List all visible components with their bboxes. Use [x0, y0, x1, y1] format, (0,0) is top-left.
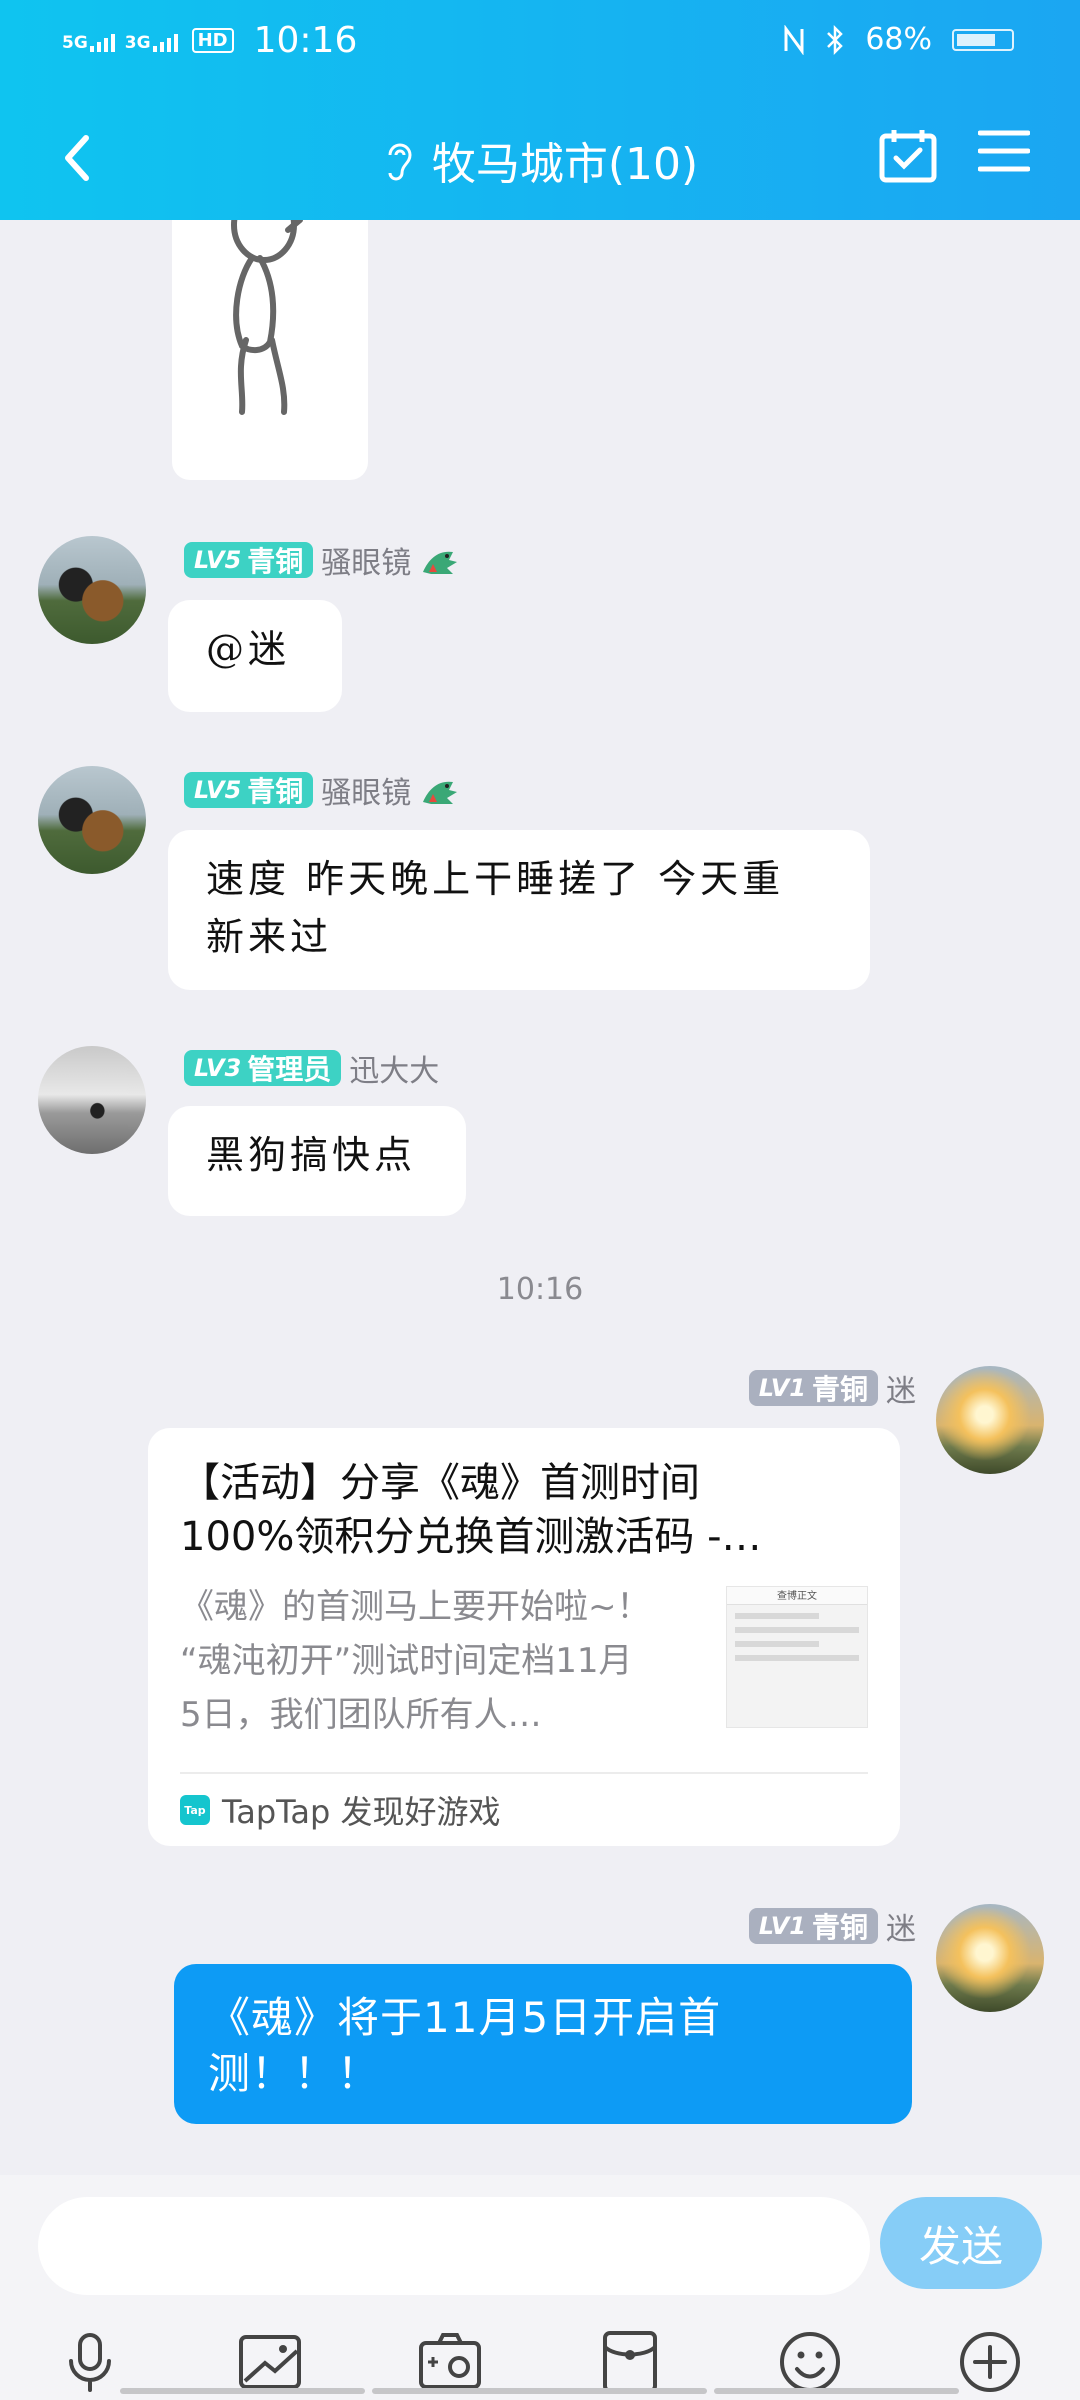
status-left: 5G 3G HD 10:16: [62, 20, 357, 61]
image-icon[interactable]: [235, 2327, 305, 2397]
gesture-bar: [372, 2388, 707, 2394]
status-time: 10:16: [253, 20, 358, 61]
camera-icon[interactable]: [415, 2327, 485, 2397]
battery-icon: [952, 28, 1014, 51]
message-text: @迷: [206, 627, 291, 671]
avatar[interactable]: [38, 536, 146, 644]
card-desc-line: 5日，我们团队所有人…: [180, 1695, 542, 1735]
sender-meta: LV5 青铜 骚眼镜: [184, 768, 459, 812]
card-title: 【活动】分享《魂》首测时间 100%领积分兑换首测激活码 -…: [180, 1456, 868, 1564]
nfc-icon: [784, 24, 804, 55]
message-input[interactable]: [38, 2197, 870, 2295]
message-text-line: 速度 昨天晚上干睡搓了 今天重: [206, 857, 785, 901]
signal-bars-icon: [152, 30, 178, 52]
card-title-line: 100%领积分兑换首测激活码 -…: [180, 1514, 762, 1560]
level-badge: LV5 青铜: [184, 772, 314, 808]
avatar[interactable]: [936, 1904, 1044, 2012]
message-text-line: 测！！！: [208, 2049, 381, 2098]
message-text-line: 新来过: [206, 915, 333, 959]
calendar-check-icon[interactable]: [878, 126, 938, 184]
battery-percent: 68%: [865, 22, 932, 57]
card-source-label: TapTap 发现好游戏: [222, 1793, 501, 1831]
sender-meta: LV1 青铜 迷: [748, 1904, 916, 1948]
message-bubble[interactable]: @迷: [168, 600, 342, 712]
thumbnail-header: 查博正文: [727, 1587, 867, 1605]
signal-bars-icon: [89, 30, 115, 52]
level-badge: LV1 青铜: [748, 1370, 878, 1406]
status-bar: 5G 3G HD 10:16 68%: [0, 0, 1080, 84]
hd-badge: HD: [191, 28, 234, 53]
message-text-line: 《魂》将于11月5日开启首: [208, 1993, 722, 2042]
sticker-image[interactable]: [172, 220, 368, 480]
emoji-icon[interactable]: [775, 2327, 845, 2397]
avatar[interactable]: [38, 766, 146, 874]
sender-name[interactable]: 骚眼镜: [321, 768, 411, 812]
sender-name[interactable]: 骚眼镜: [321, 538, 411, 582]
message-bubble[interactable]: 黑狗搞快点: [168, 1106, 466, 1216]
level-badge: LV5 青铜: [184, 542, 314, 578]
timestamp: 10:16: [496, 1272, 584, 1307]
red-packet-icon[interactable]: [595, 2327, 665, 2397]
sender-name[interactable]: 迅大大: [349, 1046, 439, 1090]
signal-3g: 3G: [125, 30, 178, 52]
level-badge: LV3 管理员: [184, 1050, 342, 1086]
taptap-icon: Tap: [180, 1795, 210, 1825]
signal-5g: 5G: [62, 30, 115, 52]
dragon-icon: [423, 551, 458, 574]
status-right: 68%: [783, 22, 1014, 57]
message-bubble[interactable]: 速度 昨天晚上干睡搓了 今天重 新来过: [168, 830, 870, 990]
sender-meta: LV1 青铜 迷: [748, 1366, 916, 1410]
message-bubble-self[interactable]: 《魂》将于11月5日开启首 测！！！: [174, 1964, 912, 2124]
header: 5G 3G HD 10:16 68% 牧马城市(10): [0, 0, 1080, 220]
card-desc-line: “魂沌初开”测试时间定档11月: [180, 1641, 633, 1681]
card-description: 《魂》的首测马上要开始啦~！ “魂沌初开”测试时间定档11月 5日，我们团队所有…: [180, 1580, 710, 1742]
network-type-2: 3G: [124, 32, 151, 53]
nav-bar: 牧马城市(10): [0, 110, 1080, 210]
avatar[interactable]: [38, 1046, 146, 1154]
sender-name[interactable]: 迷: [886, 1366, 916, 1410]
card-thumbnail: 查博正文: [726, 1586, 868, 1728]
bluetooth-icon: [827, 24, 844, 55]
chat-area[interactable]: LV5 青铜 骚眼镜 @迷 LV5 青铜 骚眼镜 速度 昨天晚上干睡搓了 今天重 新…: [0, 220, 1080, 2175]
level-badge: LV1 青铜: [748, 1908, 878, 1944]
input-area: 发送: [0, 2175, 1080, 2400]
avatar[interactable]: [936, 1366, 1044, 1474]
gesture-bar: [120, 2388, 365, 2394]
plus-icon[interactable]: [955, 2327, 1025, 2397]
microphone-icon[interactable]: [55, 2327, 125, 2397]
card-title-line: 【活动】分享《魂》首测时间: [180, 1460, 700, 1506]
share-card[interactable]: 【活动】分享《魂》首测时间 100%领积分兑换首测激活码 -… 《魂》的首测马上…: [148, 1428, 900, 1846]
message-text: 黑狗搞快点: [206, 1133, 417, 1177]
sender-meta: LV5 青铜 骚眼镜: [184, 538, 459, 582]
card-source: Tap TapTap 发现好游戏: [180, 1772, 868, 1846]
sender-name[interactable]: 迷: [886, 1904, 916, 1948]
send-button[interactable]: 发送: [880, 2197, 1042, 2289]
card-desc-line: 《魂》的首测马上要开始啦~！: [180, 1587, 651, 1627]
network-type-1: 5G: [62, 32, 88, 53]
menu-icon[interactable]: [978, 128, 1030, 174]
stick-figure-sticker: [231, 220, 303, 415]
gesture-bar: [714, 2388, 959, 2394]
chat-title[interactable]: 牧马城市(10): [432, 128, 698, 192]
card-body: 《魂》的首测马上要开始啦~！ “魂沌初开”测试时间定档11月 5日，我们团队所有…: [180, 1580, 868, 1735]
ear-icon[interactable]: [382, 137, 416, 183]
dragon-icon: [423, 781, 458, 804]
sender-meta: LV3 管理员 迅大大: [184, 1046, 439, 1090]
